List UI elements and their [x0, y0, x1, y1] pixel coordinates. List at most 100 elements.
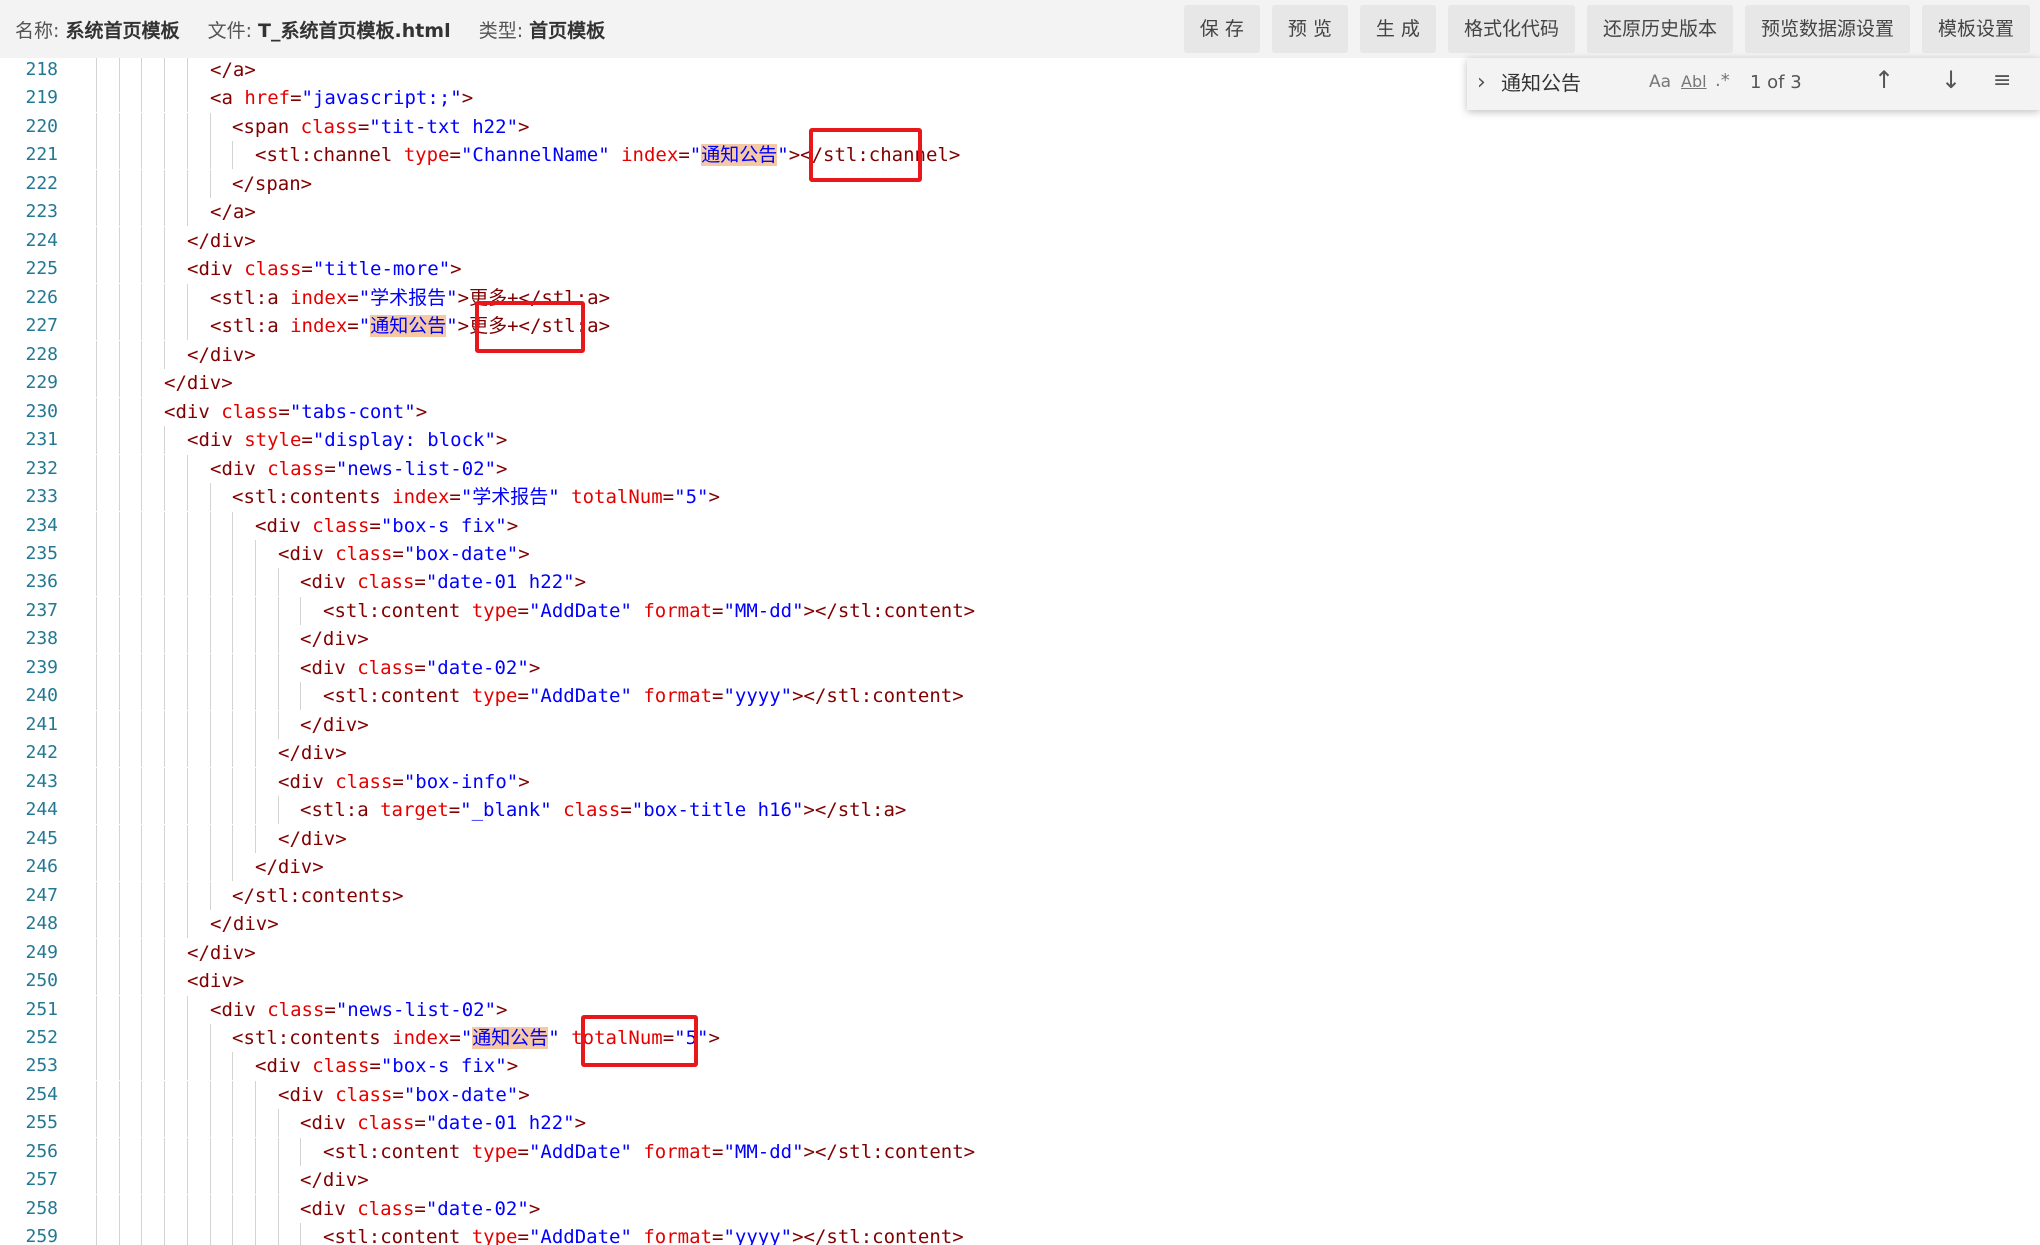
code-token: >: [518, 542, 530, 565]
code-line[interactable]: 248 </div>: [0, 910, 2040, 939]
generate-button[interactable]: 生 成: [1359, 5, 1436, 53]
code-line[interactable]: 223 </a>: [0, 198, 2040, 227]
code-line[interactable]: 234 <div class="box-s fix">: [0, 511, 2040, 540]
code-token: =: [347, 286, 359, 309]
code-line[interactable]: 259 <stl:content type="AddDate" format="y…: [0, 1223, 2040, 1245]
indent-guide: [232, 596, 233, 625]
code-token: "AddDate": [528, 599, 632, 622]
code-line[interactable]: 226 <stl:a index="学术报告">更多+</stl:a>: [0, 283, 2040, 312]
code-token: >: [506, 514, 519, 537]
code-line[interactable]: 225 <div class="title-more">: [0, 255, 2040, 284]
indent-guide: [141, 112, 142, 141]
indent-guide: [119, 169, 120, 198]
code-line[interactable]: 228 </div>: [0, 340, 2040, 369]
code-line[interactable]: 247 </stl:contents>: [0, 881, 2040, 910]
code-token: <div: [300, 656, 358, 679]
code-line[interactable]: 221 <stl:channel type="ChannelName" index…: [0, 141, 2040, 170]
code-line[interactable]: 258 <div class="date-02">: [0, 1194, 2040, 1223]
indent-guide: [141, 596, 142, 625]
code-line[interactable]: 251 <div class="news-list-02">: [0, 995, 2040, 1024]
code-line[interactable]: 231 <div style="display: block">: [0, 426, 2040, 455]
indent-guide: [232, 141, 233, 170]
code-text: </stl:contents>: [232, 882, 404, 910]
indent-guide: [141, 511, 142, 540]
indent-guide: [119, 1137, 120, 1166]
code-token: type: [471, 599, 518, 622]
code-line[interactable]: 255 <div class="date-01 h22">: [0, 1109, 2040, 1138]
line-number: 246: [25, 856, 58, 878]
regex-icon[interactable]: .*: [1715, 70, 1730, 91]
code-line[interactable]: 241 </div>: [0, 710, 2040, 739]
code-token: >: [518, 770, 530, 793]
code-line[interactable]: 239 <div class="date-02">: [0, 653, 2040, 682]
code-line[interactable]: 250 <div>: [0, 967, 2040, 996]
code-token: =: [324, 457, 336, 480]
indent-guide: [255, 1137, 256, 1166]
code-line[interactable]: 254 <div class="box-date">: [0, 1080, 2040, 1109]
code-line[interactable]: 249 </div>: [0, 938, 2040, 967]
code-line[interactable]: 253 <div class="box-s fix">: [0, 1052, 2040, 1081]
code-token: "AddDate": [528, 1140, 632, 1163]
code-line[interactable]: 242 </div>: [0, 739, 2040, 768]
code-line[interactable]: 232 <div class="news-list-02">: [0, 454, 2040, 483]
code-line[interactable]: 222 </span>: [0, 169, 2040, 198]
code-token: <stl:a: [210, 315, 291, 338]
code-line[interactable]: 230 <div class="tabs-cont">: [0, 397, 2040, 426]
menu-icon[interactable]: ≡: [1993, 68, 2011, 93]
indent-guide: [96, 454, 97, 483]
preview-button[interactable]: 预 览: [1271, 5, 1348, 53]
match-case-icon[interactable]: Aa: [1649, 72, 1671, 92]
code-token: =: [357, 115, 370, 138]
code-editor[interactable]: 218 </a> 219 <a href="javascript:;"> 220 <spa…: [0, 58, 2040, 1245]
indent-guide: [232, 682, 233, 711]
code-line[interactable]: 233 <stl:contents index="学术报告" totalNum="…: [0, 483, 2040, 512]
code-line[interactable]: 236 <div class="date-01 h22">: [0, 568, 2040, 597]
code-text: <div style="display: block">: [187, 426, 507, 454]
code-line[interactable]: 224 </div>: [0, 226, 2040, 255]
preview-datasource-settings-button[interactable]: 预览数据源设置: [1744, 5, 1910, 53]
code-line[interactable]: 244 <stl:a target="_blank" class="box-tit…: [0, 796, 2040, 825]
code-line[interactable]: 220 <span class="tit-txt h22">: [0, 112, 2040, 141]
code-token: <stl:channel: [255, 144, 404, 167]
code-token: <stl:a: [210, 286, 291, 309]
indent-guide: [96, 824, 97, 853]
code-line[interactable]: 227 <stl:a index="通知公告">更多+</stl:a>: [0, 312, 2040, 341]
code-line[interactable]: 257 </div>: [0, 1166, 2040, 1195]
format-code-button[interactable]: 格式化代码: [1447, 5, 1575, 53]
restore-history-button[interactable]: 还原历史版本: [1586, 5, 1733, 53]
save-button[interactable]: 保 存: [1183, 5, 1260, 53]
code-line[interactable]: 252 <stl:contents index="通知公告" totalNum="…: [0, 1023, 2040, 1052]
code-token: =: [301, 258, 313, 281]
indent-guide: [96, 255, 97, 284]
code-token: ": [548, 1026, 560, 1049]
code-line[interactable]: 245 </div>: [0, 824, 2040, 853]
indent-guide: [96, 1223, 97, 1245]
indent-guide: [164, 938, 165, 967]
annotation-box: [475, 301, 585, 353]
arrow-down-icon[interactable]: ↓: [1941, 66, 1961, 94]
indent-guide: [164, 710, 165, 739]
arrow-up-icon[interactable]: ↑: [1874, 66, 1894, 94]
code-line[interactable]: 243 <div class="box-info">: [0, 767, 2040, 796]
indent-guide: [96, 1080, 97, 1109]
code-line[interactable]: 229 </div>: [0, 369, 2040, 398]
code-line[interactable]: 237 <stl:content type="AddDate" format="M…: [0, 596, 2040, 625]
code-token: =: [711, 1140, 724, 1163]
code-line[interactable]: 238 </div>: [0, 625, 2040, 654]
code-line[interactable]: 235 <div class="box-date">: [0, 539, 2040, 568]
code-line[interactable]: 240 <stl:content type="AddDate" format="y…: [0, 682, 2040, 711]
line-number: 242: [25, 742, 58, 764]
indent-guide: [232, 625, 233, 654]
code-token: =: [324, 998, 336, 1021]
code-line[interactable]: 256 <stl:content type="AddDate" format="M…: [0, 1137, 2040, 1166]
chevron-right-icon[interactable]: ›: [1477, 70, 1486, 95]
indent-guide: [278, 596, 279, 625]
code-text: <div class="box-info">: [278, 768, 530, 796]
code-line[interactable]: 246 </div>: [0, 853, 2040, 882]
code-token: "date-01 h22": [425, 571, 575, 594]
whole-word-icon[interactable]: Abl: [1681, 72, 1707, 91]
indent-guide: [210, 112, 211, 141]
template-settings-button[interactable]: 模板设置: [1921, 5, 2030, 53]
indent-guide: [210, 596, 211, 625]
